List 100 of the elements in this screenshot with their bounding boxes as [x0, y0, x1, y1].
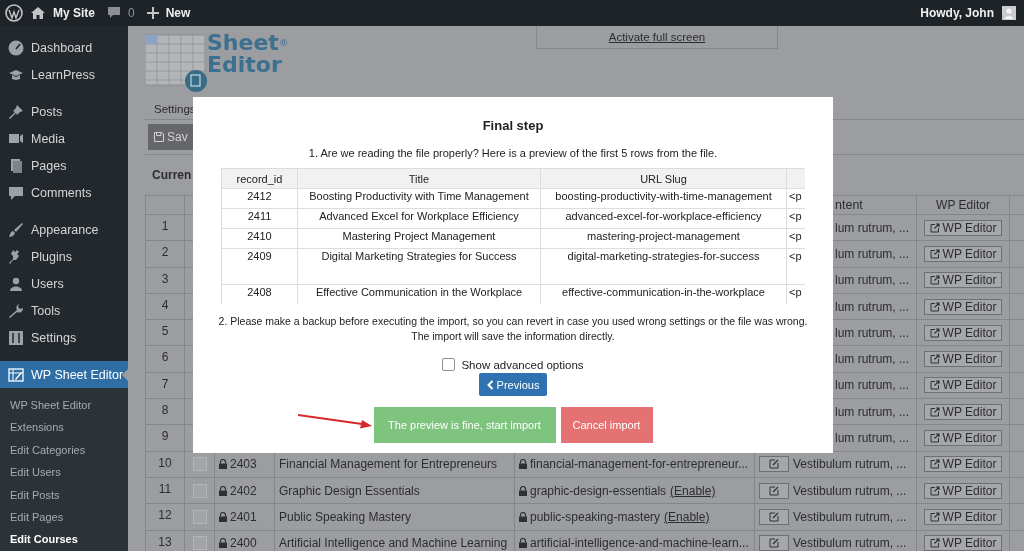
wp-editor-button[interactable]: WP Editor	[923, 272, 1003, 289]
wp-editor-button[interactable]: WP Editor	[923, 535, 1003, 551]
menu-item[interactable]: Settings	[0, 324, 128, 351]
cancel-import-button[interactable]: Cancel import	[560, 407, 653, 443]
external-link-icon	[929, 433, 940, 443]
fullscreen-link[interactable]: Activate full screen	[608, 31, 706, 43]
external-link-icon	[929, 327, 940, 338]
table-cell: lum rutrum, ...	[835, 273, 909, 288]
edit-button[interactable]	[759, 508, 789, 525]
menu-item[interactable]: Users	[0, 270, 128, 297]
wp-editor-button[interactable]: WP Editor	[923, 430, 1003, 446]
table-cell: <p	[789, 286, 802, 298]
note-text: 2. Please make a backup before executing the import, so you can revert in case you used wrong settings or the file was wrong. The import will save the information directly.	[217, 314, 809, 344]
table-cell: 2402	[230, 483, 257, 498]
table-cell: <p	[789, 190, 802, 202]
wp-editor-button[interactable]: WP Editor	[923, 482, 1003, 499]
menu-item[interactable]: Appearance	[0, 216, 128, 243]
menu-item[interactable]: Pages	[0, 152, 128, 179]
submenu-item[interactable]: WP Sheet Editor	[0, 394, 128, 417]
table-cell: Artificial Intelligence and Machine Learning	[279, 536, 508, 551]
modal-title: Final step	[482, 118, 544, 135]
wp-editor-button[interactable]: WP Editor	[923, 403, 1003, 420]
column-header: record_id	[236, 172, 283, 185]
external-link-icon	[929, 485, 940, 496]
avatar-icon[interactable]	[1002, 6, 1016, 20]
home-icon[interactable]	[30, 6, 46, 20]
wp-editor-button[interactable]: WP Editor	[923, 324, 1003, 341]
wp-editor-button[interactable]: WP Editor	[923, 351, 1003, 368]
wp-editor-button[interactable]: WP Editor	[923, 377, 1003, 394]
new-link[interactable]: New	[165, 6, 191, 20]
wp-editor-button[interactable]: WP Editor	[923, 508, 1003, 525]
enable-link[interactable]: (Enable)	[664, 509, 710, 524]
settings-tab[interactable]: Settings	[154, 102, 196, 115]
settings-icon	[8, 329, 24, 346]
menu-item[interactable]: Dashboard	[0, 34, 128, 61]
table-cell: 2400	[230, 536, 257, 551]
table-cell: mastering-project-management	[587, 230, 740, 242]
checkbox-label[interactable]: Show advanced options	[461, 358, 584, 371]
row-number: 2	[161, 245, 169, 260]
row-number: 8	[161, 403, 169, 418]
row-number: 12	[158, 508, 172, 523]
lock-icon	[519, 485, 527, 496]
table-cell: 2412	[247, 190, 272, 202]
table-cell: 2408	[247, 286, 272, 298]
menu-item[interactable]: Comments	[0, 179, 128, 206]
column-header: Title	[408, 172, 430, 185]
site-link[interactable]: My Site	[53, 6, 95, 20]
table-cell: effective-communication-in-the-workplace	[562, 286, 765, 298]
greeting[interactable]: Howdy, John	[920, 6, 994, 20]
menu-item[interactable]: Plugins	[0, 243, 128, 270]
menu-item[interactable]: Posts	[0, 98, 128, 125]
row-number: 3	[161, 271, 169, 286]
table-cell: digital-marketing-strategies-for-success	[567, 250, 760, 262]
submenu-item[interactable]: Extensions	[0, 416, 128, 439]
comment-count[interactable]: 0	[128, 6, 135, 20]
table-cell: lum rutrum, ...	[835, 352, 909, 367]
row-number: 4	[161, 297, 169, 312]
lock-icon	[519, 459, 527, 470]
edit-button[interactable]	[759, 535, 789, 551]
wp-editor-button[interactable]: WP Editor	[923, 219, 1003, 236]
edit-icon	[769, 511, 779, 522]
wp-editor-button[interactable]: WP Editor	[923, 456, 1003, 473]
wp-editor-button[interactable]: WP Editor	[923, 245, 1003, 262]
edit-button[interactable]	[759, 482, 789, 499]
menu-item[interactable]: WP Sheet Editor	[0, 361, 128, 388]
lock-icon	[219, 511, 227, 522]
external-link-icon	[929, 538, 940, 549]
previous-button[interactable]: Previous	[478, 373, 548, 396]
save-button[interactable]: Sav	[148, 124, 194, 150]
edit-button[interactable]	[759, 456, 789, 473]
pages-icon	[8, 157, 24, 174]
plus-icon[interactable]	[146, 7, 159, 19]
external-link-icon	[929, 248, 940, 259]
table-cell: Digital Marketing Strategies for Success	[321, 250, 517, 262]
submenu-item[interactable]: Edit Courses	[0, 528, 128, 551]
comment-icon[interactable]	[107, 6, 121, 20]
table-cell: 2411	[247, 210, 272, 222]
edit-icon	[769, 459, 779, 470]
menu-item[interactable]: LearnPress	[0, 61, 128, 88]
submenu-item[interactable]: Edit Posts	[0, 483, 128, 506]
submenu-item[interactable]: Edit Pages	[0, 505, 128, 529]
menu-item[interactable]: Tools	[0, 297, 128, 324]
table-cell: <p	[789, 230, 802, 242]
submenu-item[interactable]: Edit Categories	[0, 438, 128, 462]
column-header: ntent	[835, 198, 863, 212]
enable-link[interactable]: (Enable)	[670, 483, 716, 498]
external-link-icon	[929, 406, 940, 417]
checkbox[interactable]	[442, 358, 456, 371]
menu-item[interactable]: Media	[0, 125, 128, 152]
submenu-item[interactable]: Edit Users	[0, 461, 128, 484]
external-link-icon	[929, 511, 940, 522]
row-number: 10	[158, 455, 172, 470]
column-header: URL Slug	[640, 172, 687, 185]
wp-editor-button[interactable]: WP Editor	[923, 298, 1003, 315]
row-number: 7	[161, 376, 169, 391]
table-cell: 2409	[247, 250, 272, 262]
table-cell: 2401	[230, 509, 257, 524]
row-number: 1	[161, 219, 169, 233]
table-cell: lum rutrum, ...	[835, 325, 909, 340]
wordpress-logo-icon[interactable]	[5, 4, 23, 22]
